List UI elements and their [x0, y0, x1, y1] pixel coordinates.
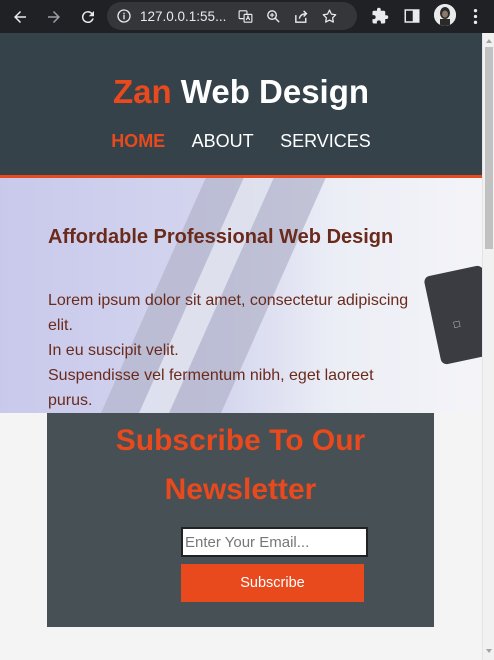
hero-text-line: elit. [48, 317, 73, 334]
webpage: Zan Web Design HOME ABOUT SERVICES □ Aff… [0, 33, 482, 660]
page-scrollbar[interactable] [482, 33, 494, 660]
nav-home-link[interactable]: HOME [111, 131, 165, 151]
reload-icon[interactable] [77, 6, 99, 28]
zoom-icon[interactable] [264, 7, 282, 25]
extensions-icon[interactable] [370, 6, 390, 26]
main-nav: HOME ABOUT SERVICES [0, 131, 482, 152]
side-panel-icon[interactable] [402, 6, 422, 26]
site-title: Zan Web Design [0, 73, 482, 111]
nav-services-link[interactable]: SERVICES [280, 131, 371, 151]
scrollbar-thumb[interactable] [485, 47, 493, 249]
address-bar[interactable]: 127.0.0.1:55... [107, 2, 357, 30]
scroll-up-icon[interactable] [485, 37, 493, 45]
hero-text-line: In eu suscipit velit. [48, 342, 179, 359]
email-input[interactable] [181, 527, 368, 557]
bookmark-star-icon[interactable] [320, 7, 338, 25]
hero-text-line: Lorem ipsum dolor sit amet, consectetur … [48, 292, 409, 309]
brand-rest: Web Design [171, 73, 370, 110]
nav-about-link[interactable]: ABOUT [192, 131, 254, 151]
hero-text-line: Suspendisse vel fermentum nibh, eget lao… [48, 367, 374, 384]
showcase-hero: □ Affordable Professional Web Design Lor… [0, 178, 482, 413]
hero-text: Lorem ipsum dolor sit amet, consectetur … [48, 288, 428, 413]
translate-icon[interactable] [236, 7, 254, 25]
back-icon[interactable] [9, 6, 31, 28]
newsletter-title-line1: Subscribe To Our [115, 424, 366, 457]
branding: Zan Web Design [0, 33, 482, 111]
info-icon[interactable] [116, 8, 132, 24]
subscribe-button[interactable]: Subscribe [181, 564, 364, 602]
newsletter-title: Subscribe To Our Newsletter [47, 416, 434, 514]
hero-text-line: purus. [48, 392, 93, 409]
url-text[interactable]: 127.0.0.1:55... [140, 9, 226, 24]
scroll-down-icon[interactable] [485, 647, 493, 655]
more-menu-icon[interactable] [469, 6, 481, 26]
newsletter-title-line2: Newsletter [164, 473, 317, 506]
hero-heading: Affordable Professional Web Design [48, 226, 394, 248]
newsletter-section: Subscribe To Our Newsletter Subscribe [47, 413, 434, 627]
forward-icon[interactable] [43, 6, 65, 28]
site-header: Zan Web Design HOME ABOUT SERVICES [0, 33, 482, 178]
brand-highlight: Zan [112, 73, 172, 110]
profile-avatar[interactable] [434, 4, 456, 26]
browser-toolbar: 127.0.0.1:55... [0, 0, 494, 33]
share-icon[interactable] [292, 7, 310, 25]
